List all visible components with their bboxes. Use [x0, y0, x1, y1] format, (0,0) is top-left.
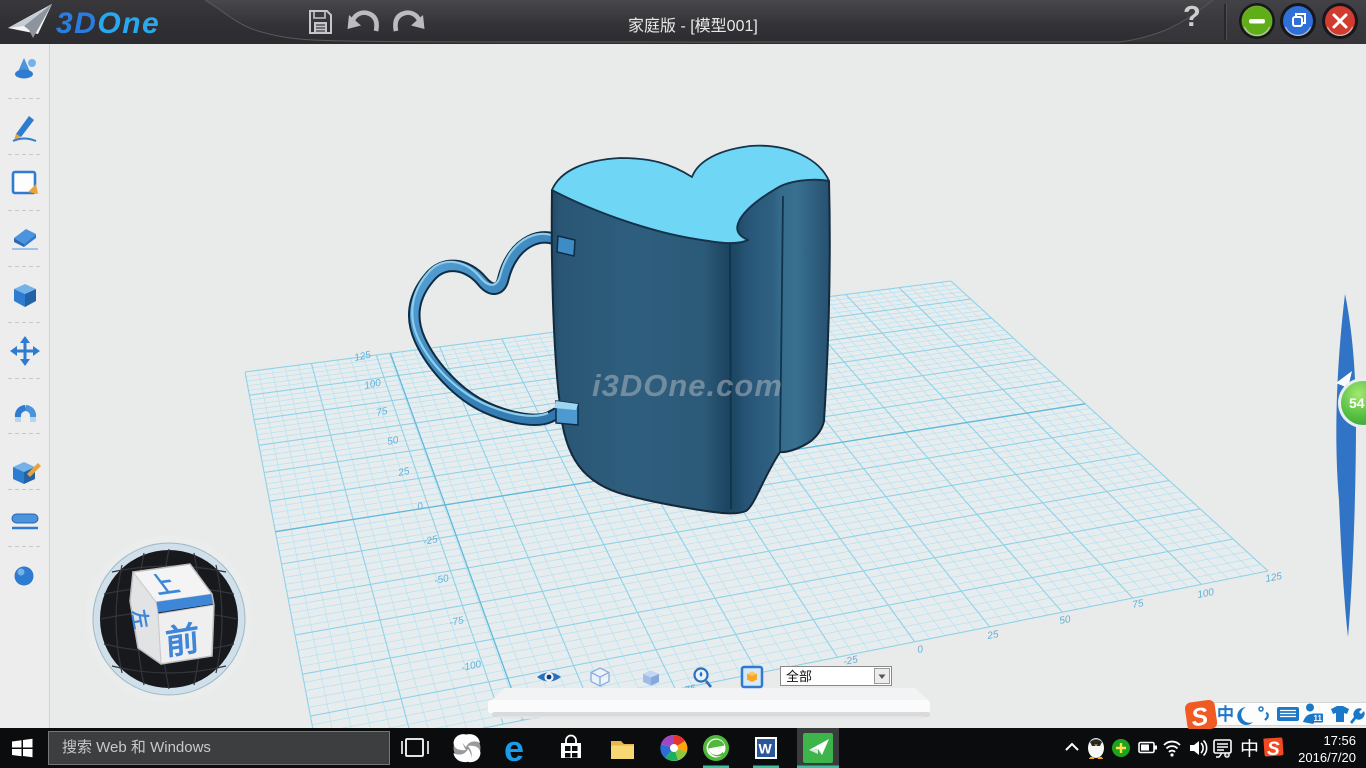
svg-text:全部: 全部 [786, 669, 812, 684]
svg-text:75: 75 [1131, 598, 1144, 611]
svg-text:54: 54 [1349, 395, 1365, 411]
svg-text:-25: -25 [842, 654, 859, 668]
svg-text:25: 25 [985, 629, 999, 642]
svg-text:左: 左 [127, 608, 153, 631]
svg-text:0: 0 [916, 644, 924, 656]
svg-text:i3DOne.com: i3DOne.com [592, 368, 783, 403]
svg-text:中: 中 [1217, 704, 1234, 724]
svg-text:e: e [504, 728, 524, 768]
svg-text:11: 11 [1314, 714, 1323, 723]
svg-text:W: W [759, 741, 773, 757]
svg-text:前: 前 [164, 620, 200, 663]
svg-text:中: 中 [1240, 738, 1259, 760]
svg-text:S: S [1267, 739, 1280, 760]
svg-text:125: 125 [1264, 571, 1283, 585]
svg-text:50: 50 [1058, 614, 1071, 627]
svg-text:100: 100 [1196, 587, 1215, 601]
svg-text:3DOne: 3DOne [56, 7, 160, 40]
